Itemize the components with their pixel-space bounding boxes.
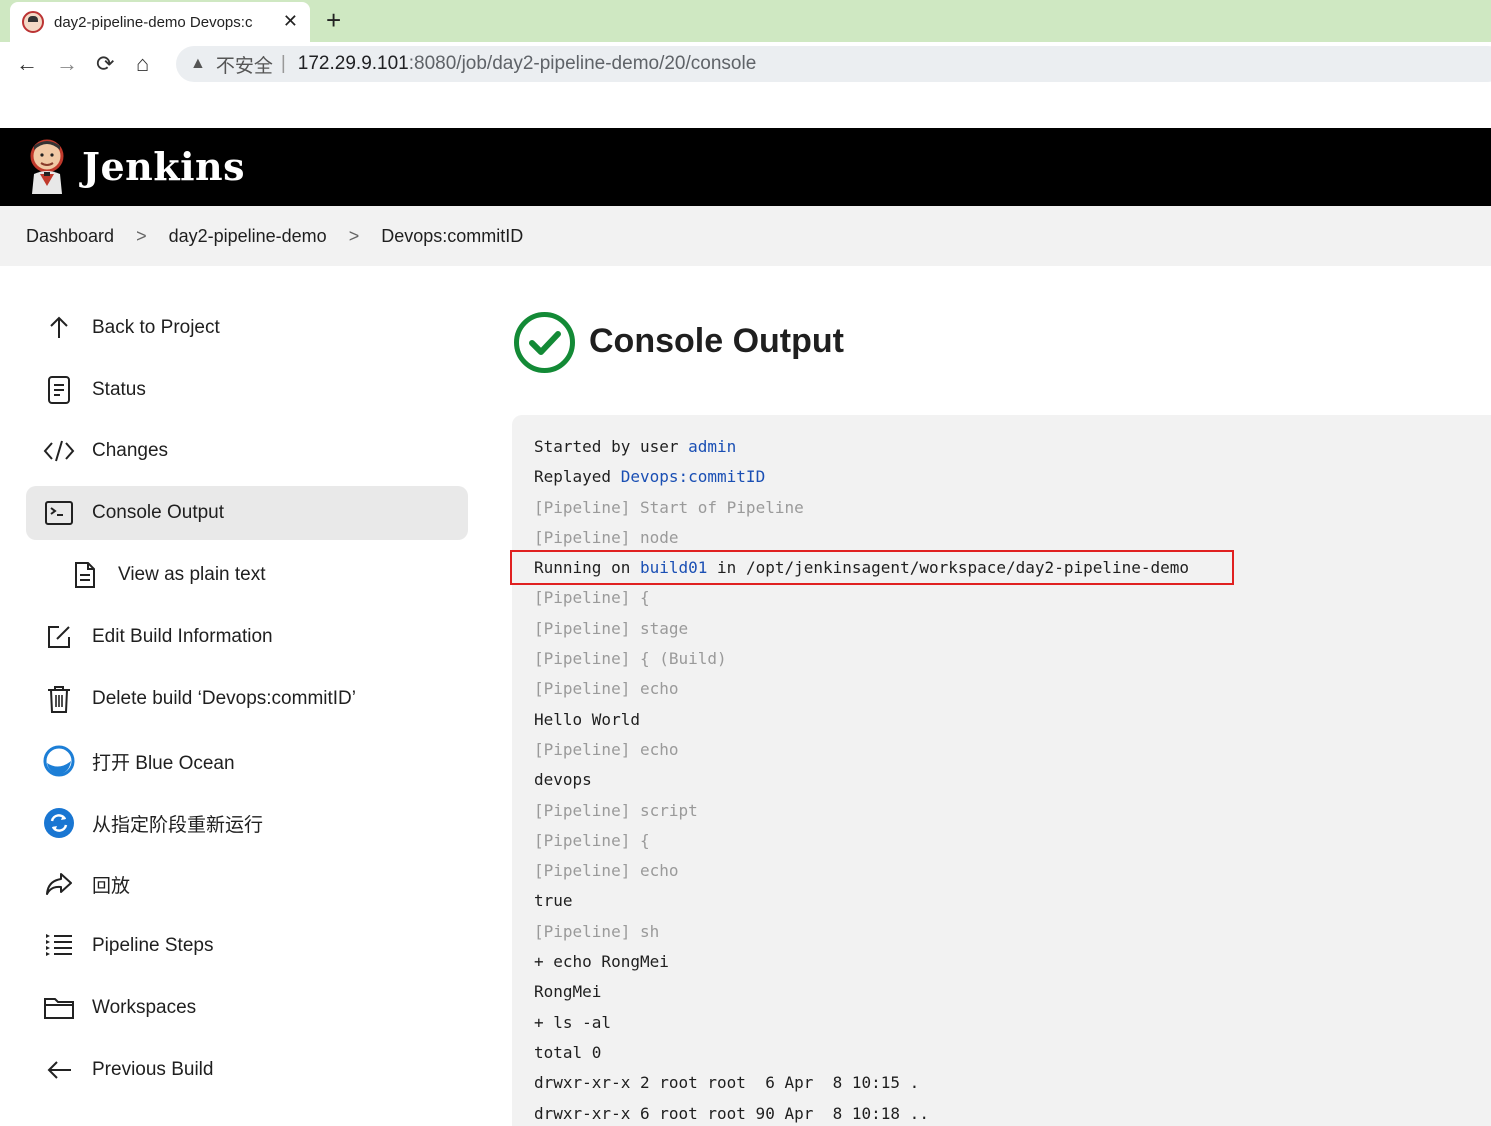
console-line: [Pipeline] {: [534, 830, 650, 850]
console-line: [Pipeline] sh: [534, 921, 660, 941]
document-icon: [42, 373, 76, 407]
sidebar-item-replay[interactable]: 回放: [26, 857, 468, 911]
console-line: [Pipeline] stage: [534, 618, 689, 638]
console-line: devops: [534, 770, 592, 790]
url-host: 172.29.9.101: [297, 53, 409, 74]
restart-icon: [42, 806, 76, 840]
insecure-label: 不安全: [215, 55, 273, 77]
warning-icon: ▲: [190, 55, 206, 72]
console-line: true: [534, 891, 573, 911]
console-line: drwxr-xr-x 6 root root 90 Apr 8 10:18 ..: [534, 1103, 929, 1123]
console-line: [Pipeline] echo: [534, 679, 679, 699]
console-line: + echo RongMei: [534, 952, 669, 972]
success-check-icon: [514, 312, 575, 373]
tab-close-icon[interactable]: ✕: [283, 11, 298, 32]
address-bar[interactable]: ▲ 不安全 | 172.29.9.101 :8080/job/day2-pipe…: [176, 46, 1491, 82]
share-arrow-icon: [42, 867, 76, 901]
chevron-right-icon: >: [136, 225, 147, 246]
user-link[interactable]: admin: [688, 437, 736, 456]
blue-ocean-icon: [42, 744, 76, 778]
new-tab-icon[interactable]: +: [326, 6, 341, 34]
back-arrow-icon[interactable]: ←: [16, 52, 38, 76]
sidebar-item-changes[interactable]: Changes: [26, 424, 468, 478]
url-path: :8080/job/day2-pipeline-demo/20/console: [408, 53, 757, 74]
sidebar-item-label: Back to Project: [92, 317, 220, 338]
console-line: Hello World: [534, 709, 640, 729]
sidebar-item-back-to-project[interactable]: Back to Project: [26, 301, 468, 355]
console-line: [Pipeline] Start of Pipeline: [534, 497, 804, 517]
console-line: [Pipeline] echo: [534, 861, 679, 881]
jenkins-header: Jenkins: [0, 128, 1491, 206]
folder-icon: [42, 991, 76, 1025]
browser-tabstrip: day2-pipeline-demo Devops:c ✕ +: [0, 0, 1491, 42]
jenkins-brand[interactable]: Jenkins: [82, 144, 245, 189]
edit-icon: [42, 620, 76, 654]
arrow-left-icon: [42, 1053, 76, 1087]
browser-tab[interactable]: day2-pipeline-demo Devops:c ✕: [10, 2, 310, 42]
sidebar-item-label: Workspaces: [92, 997, 197, 1018]
breadcrumb: Dashboard > day2-pipeline-demo > Devops:…: [0, 206, 1491, 266]
sidebar-item-label: 回放: [92, 875, 131, 897]
sidebar-item-pipeline-steps[interactable]: Pipeline Steps: [26, 919, 468, 973]
forward-arrow-icon[interactable]: →: [56, 52, 78, 76]
reload-icon[interactable]: ⟳: [96, 52, 114, 76]
tab-title: day2-pipeline-demo Devops:c: [54, 13, 253, 31]
sidebar-item-restart-from-stage[interactable]: 从指定阶段重新运行: [26, 796, 468, 850]
sidebar-item-label: 打开 Blue Ocean: [92, 752, 235, 774]
home-icon[interactable]: ⌂: [136, 52, 149, 76]
terminal-icon: [42, 496, 76, 530]
console-line: + ls -al: [534, 1012, 612, 1032]
console-line: [Pipeline] echo: [534, 739, 679, 759]
sidebar-item-label: View as plain text: [118, 564, 266, 585]
sidebar-item-view-plain-text[interactable]: View as plain text: [26, 548, 468, 602]
replayed-build-link[interactable]: Devops:commitID: [621, 467, 766, 486]
jenkins-favicon-icon: [22, 11, 44, 33]
browser-toolbar: ← → ⟳ ⌂ ▲ 不安全 | 172.29.9.101 :8080/job/d…: [0, 42, 1491, 88]
sidebar-item-label: Delete build ‘Devops:commitID’: [92, 688, 356, 709]
list-steps-icon: [42, 929, 76, 963]
console-output: Started by user admin Replayed Devops:co…: [512, 415, 1491, 1126]
file-text-icon: [68, 558, 102, 592]
breadcrumb-build[interactable]: Devops:commitID: [381, 226, 523, 247]
sidebar-item-label: Changes: [92, 440, 169, 461]
sidebar-item-blue-ocean[interactable]: 打开 Blue Ocean: [26, 734, 468, 788]
console-line: [Pipeline] script: [534, 800, 698, 820]
console-line: [Pipeline] { (Build): [534, 649, 727, 669]
console-line: [Pipeline] {: [534, 588, 650, 608]
sidebar-item-label: Console Output: [92, 502, 225, 523]
sidebar-item-label: Edit Build Information: [92, 626, 273, 647]
console-line: drwxr-xr-x 2 root root 6 Apr 8 10:15 .: [534, 1073, 920, 1093]
sidebar-item-previous-build[interactable]: Previous Build: [26, 1043, 468, 1097]
sidebar-item-edit-build-information[interactable]: Edit Build Information: [26, 610, 468, 664]
sidebar-item-label: Pipeline Steps: [92, 935, 214, 956]
console-line: Started by user admin: [534, 437, 737, 456]
console-line: total 0: [534, 1042, 602, 1062]
jenkins-logo-icon[interactable]: [26, 138, 68, 194]
sidebar-item-label: 从指定阶段重新运行: [92, 814, 264, 836]
sidebar-item-delete-build[interactable]: Delete build ‘Devops:commitID’: [26, 672, 468, 726]
highlight-box: [510, 550, 1234, 585]
sidebar-item-workspaces[interactable]: Workspaces: [26, 981, 468, 1035]
sidebar-item-label: Status: [92, 379, 146, 400]
breadcrumb-job[interactable]: day2-pipeline-demo: [169, 226, 327, 247]
chevron-right-icon: >: [348, 225, 360, 246]
breadcrumb-dashboard[interactable]: Dashboard: [26, 226, 114, 247]
page-title: Console Output: [589, 322, 844, 360]
sidebar-item-status[interactable]: Status: [26, 363, 468, 417]
trash-icon: [42, 682, 76, 716]
code-icon: [42, 434, 76, 468]
address-separator: |: [280, 53, 286, 74]
console-line: RongMei: [534, 982, 602, 1002]
sidebar-item-label: Previous Build: [92, 1059, 214, 1080]
console-line: Replayed Devops:commitID: [534, 467, 766, 487]
sidebar-item-console-output[interactable]: Console Output: [26, 486, 468, 540]
arrow-up-icon: [42, 311, 76, 345]
